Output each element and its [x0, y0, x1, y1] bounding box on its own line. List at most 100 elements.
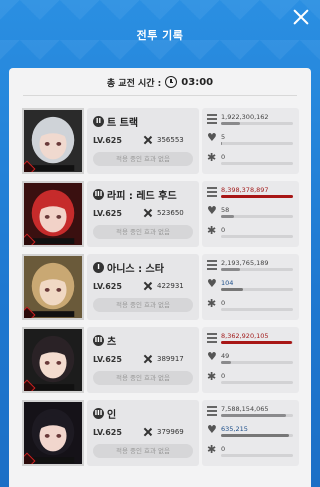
character-stats: 7,588,154,065 635,215 0	[202, 400, 299, 466]
stat-bar	[221, 381, 293, 384]
stat-bar	[221, 235, 293, 238]
stat-bar-fill	[221, 122, 240, 125]
heal-icon	[207, 350, 217, 363]
combat-power: 379969	[157, 428, 184, 436]
portrait-art	[24, 257, 82, 317]
stat-bar-fill	[221, 288, 243, 291]
stat-row: 49	[202, 350, 299, 371]
stat-bar	[221, 361, 293, 364]
stat-bar-fill	[221, 434, 290, 437]
effect-status: 적용 중인 효과 없음	[93, 371, 193, 385]
heal-icon	[207, 277, 217, 290]
battle-record-panel: 총 교전 시간 : 03:00 II 트 트랙 LV.625 356553 적용…	[9, 68, 311, 487]
character-name: 트 트랙	[107, 118, 139, 129]
stat-bar	[221, 434, 293, 437]
effect-status: 적용 중인 효과 없음	[93, 444, 193, 458]
character-record-card[interactable]: III 라피 : 레드 후드 LV.625 523650 적용 중인 효과 없음…	[22, 181, 299, 247]
stat-row: 1,922,300,162	[202, 112, 299, 132]
character-stats: 8,362,920,105 49 0	[202, 327, 299, 393]
stat-value: 58	[221, 206, 230, 214]
stat-row: 635,215	[202, 423, 299, 444]
damage-icon	[207, 260, 217, 270]
combat-power-icon	[143, 208, 153, 218]
combat-power-icon	[143, 427, 153, 437]
total-time-value: 03:00	[181, 76, 214, 88]
character-name: 아니스 : 스타	[107, 264, 164, 275]
portrait-art	[24, 330, 82, 390]
stat-value: 1,922,300,162	[221, 113, 269, 121]
character-name: 츠	[107, 337, 117, 348]
stat-row: 104	[202, 277, 299, 298]
stat-bar	[221, 454, 293, 457]
stat-bar	[221, 268, 293, 271]
effect-status: 적용 중인 효과 없음	[93, 152, 193, 166]
character-record-card[interactable]: III 츠 LV.625 389917 적용 중인 효과 없음 8,362,92…	[22, 327, 299, 393]
stat-value: 5	[221, 133, 226, 141]
header: 전투 기록	[0, 0, 320, 68]
stat-row: 0	[202, 224, 299, 245]
stat-bar-fill	[221, 414, 286, 417]
character-level: LV.625	[93, 136, 122, 145]
total-time-label: 총 교전 시간 :	[106, 78, 162, 89]
heal-icon	[207, 131, 217, 144]
character-stats: 2,193,765,189 104 0	[202, 254, 299, 320]
stat-value: 8,362,920,105	[221, 332, 269, 340]
character-level: LV.625	[93, 282, 122, 291]
close-button[interactable]	[292, 8, 310, 26]
character-info: III 라피 : 레드 후드 LV.625 523650 적용 중인 효과 없음	[87, 181, 199, 247]
burst-level-badge: III	[93, 189, 104, 200]
character-portrait	[22, 181, 84, 247]
stat-bar-fill	[221, 361, 232, 364]
effect-status: 적용 중인 효과 없음	[93, 298, 193, 312]
page-title: 전투 기록	[136, 29, 184, 42]
stat-row: 5	[202, 131, 299, 152]
character-portrait	[22, 108, 84, 174]
divider	[23, 95, 297, 96]
burst-level-badge: III	[93, 335, 104, 346]
stat-bar-fill	[221, 142, 223, 145]
stat-value: 635,215	[221, 425, 248, 433]
stat-bar-fill	[221, 268, 240, 271]
character-name: 라피 : 레드 후드	[107, 191, 177, 202]
damage-icon	[207, 333, 217, 343]
stat-row: 7,588,154,065	[202, 404, 299, 424]
character-stats: 1,922,300,162 5 0	[202, 108, 299, 174]
character-info: I 아니스 : 스타 LV.625 422931 적용 중인 효과 없음	[87, 254, 199, 320]
character-record-card[interactable]: I 아니스 : 스타 LV.625 422931 적용 중인 효과 없음 2,1…	[22, 254, 299, 320]
damage-icon	[207, 406, 217, 416]
star-icon	[207, 151, 217, 164]
effect-status: 적용 중인 효과 없음	[93, 225, 193, 239]
character-level: LV.625	[93, 428, 122, 437]
burst-level-badge: I	[93, 262, 104, 273]
star-icon	[207, 224, 217, 237]
stat-row: 2,193,765,189	[202, 258, 299, 278]
character-info: III 츠 LV.625 389917 적용 중인 효과 없음	[87, 327, 199, 393]
stat-bar	[221, 122, 293, 125]
character-portrait	[22, 327, 84, 393]
heal-icon	[207, 204, 217, 217]
stat-value: 7,588,154,065	[221, 405, 269, 413]
stat-row: 0	[202, 297, 299, 318]
combat-power-icon	[143, 354, 153, 364]
stat-bar	[221, 162, 293, 165]
stat-bar	[221, 142, 293, 145]
stat-value: 0	[221, 226, 226, 234]
stat-value: 0	[221, 445, 226, 453]
character-record-card[interactable]: III 인 LV.625 379969 적용 중인 효과 없음 7,588,15…	[22, 400, 299, 466]
character-info: II 트 트랙 LV.625 356553 적용 중인 효과 없음	[87, 108, 199, 174]
stat-row: 58	[202, 204, 299, 225]
stat-value: 2,193,765,189	[221, 259, 269, 267]
stat-value: 104	[221, 279, 234, 287]
stat-bar	[221, 215, 293, 218]
character-record-card[interactable]: II 트 트랙 LV.625 356553 적용 중인 효과 없음 1,922,…	[22, 108, 299, 174]
portrait-art	[24, 184, 82, 244]
stat-bar-fill	[221, 341, 293, 344]
stat-value: 0	[221, 153, 226, 161]
stat-value: 0	[221, 372, 226, 380]
stat-bar	[221, 195, 293, 198]
clock-icon	[165, 76, 178, 88]
stat-row: 0	[202, 443, 299, 464]
heal-icon	[207, 423, 217, 436]
stat-value: 8,398,378,897	[221, 186, 269, 194]
stat-row: 8,362,920,105	[202, 331, 299, 351]
